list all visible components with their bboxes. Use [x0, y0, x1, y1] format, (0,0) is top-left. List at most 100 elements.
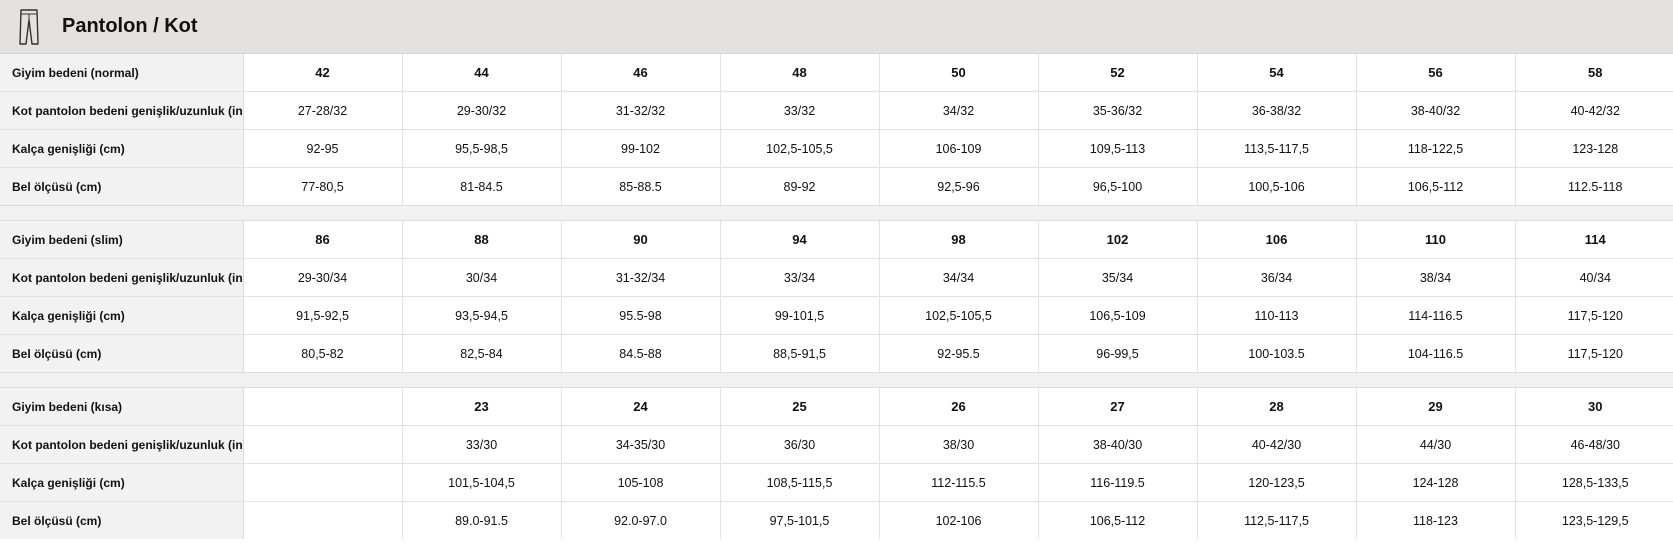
measure-cell: 89-92: [720, 167, 880, 205]
table-separator: [0, 205, 1673, 221]
measure-cell: 29-30/34: [243, 258, 403, 297]
size-cell: 25: [720, 388, 880, 426]
measure-cell: 106-109: [879, 129, 1039, 168]
measure-cell: 80,5-82: [243, 334, 403, 372]
measure-cell: 106,5-112: [1038, 501, 1198, 539]
measure-cell: 35-36/32: [1038, 91, 1198, 130]
trousers-icon: [19, 8, 39, 45]
measure-cell: 117,5-120: [1567, 346, 1623, 361]
measure-cell: 110-113: [1197, 296, 1357, 335]
size-cell: [243, 388, 403, 426]
measure-cell: 85-88.5: [561, 167, 721, 205]
size-cell: 106: [1197, 221, 1357, 259]
measure-cell: 100,5-106: [1197, 167, 1357, 205]
measure-cell: 118-122,5: [1356, 129, 1516, 168]
measure-cell: 36-38/32: [1197, 91, 1357, 130]
measure-cell: 38/30: [879, 425, 1039, 464]
measure-cell: 29-30/32: [402, 91, 562, 130]
size-table-short: Giyim bedeni (kısa) 23 24 25 26 27 28 29 30 Kot p…: [0, 388, 1673, 539]
row-label: Giyim bedeni (kısa): [0, 388, 244, 426]
measure-cell: 38-40/30: [1038, 425, 1198, 464]
measure-cell: 95,5-98,5: [402, 129, 562, 168]
page-title: Pantolon / Kot: [62, 15, 198, 37]
measure-cell: 106,5-109: [1038, 296, 1198, 335]
measure-cell: 117,5-120: [1515, 296, 1673, 335]
table-row: Kalça genişliği (cm) 101,5-104,5 105-108 10…: [0, 463, 1673, 502]
size-cell: 27: [1038, 388, 1198, 426]
measure-cell: 46-48/30: [1515, 425, 1673, 464]
measure-cell: 123-128: [1515, 129, 1673, 168]
table-row: Bel ölçüsü (cm) 89.0-91.5 92.0-97.0 97,5-10…: [0, 501, 1673, 539]
measure-cell: 36/34: [1197, 258, 1357, 297]
row-label: Giyim bedeni (normal): [0, 54, 244, 92]
size-cell: 30: [1515, 388, 1673, 426]
size-cell: 26: [879, 388, 1039, 426]
size-cell: 110: [1356, 221, 1516, 259]
table-separator: [0, 372, 1673, 388]
table-row: Giyim bedeni (normal) 42 44 46 48 50 52 54 56 58: [0, 54, 1673, 92]
size-table-normal: Giyim bedeni (normal) 42 44 46 48 50 52 54 56 58 K…: [0, 54, 1673, 205]
table-row: Giyim bedeni (slim) 86 88 90 94 98 102 106 110 11…: [0, 221, 1673, 259]
measure-cell: 123,5-129,5: [1561, 513, 1629, 528]
size-cell: 42: [243, 54, 403, 92]
measure-cell: 82,5-84: [402, 334, 562, 372]
size-cell: 102: [1038, 221, 1198, 259]
measure-cell: 109,5-113: [1038, 129, 1198, 168]
measure-cell: 81-84.5: [402, 167, 562, 205]
table-row: Kot pantolon bedeni genişlik/uzunluk (in…: [0, 425, 1673, 464]
row-label: Kalça genişliği (cm): [0, 296, 244, 335]
measure-cell: 96,5-100: [1038, 167, 1198, 205]
measure-cell: 96-99,5: [1038, 334, 1198, 372]
size-cell: 88: [402, 221, 562, 259]
table-row: Giyim bedeni (kısa) 23 24 25 26 27 28 29 30: [0, 388, 1673, 426]
measure-cell: 102-106: [879, 501, 1039, 539]
measure-cell: [243, 463, 403, 502]
measure-cell: 116-119.5: [1038, 463, 1198, 502]
measure-cell: 31-32/32: [561, 91, 721, 130]
measure-cell: 88,5-91,5: [720, 334, 880, 372]
measure-cell: 120-123,5: [1197, 463, 1357, 502]
measure-cell: 33/34: [720, 258, 880, 297]
measure-cell: 77-80,5: [243, 167, 403, 205]
measure-cell: 92-95: [243, 129, 403, 168]
measure-cell: 92-95.5: [879, 334, 1039, 372]
size-cell: 48: [720, 54, 880, 92]
measure-cell: 113,5-117,5: [1197, 129, 1357, 168]
size-cell: 24: [561, 388, 721, 426]
measure-cell: 92,5-96: [879, 167, 1039, 205]
measure-cell: 112-115.5: [879, 463, 1039, 502]
page-header: Pantolon / Kot: [0, 0, 1673, 54]
measure-cell: [243, 501, 403, 539]
size-cell: 29: [1356, 388, 1516, 426]
table-row: Kalça genişliği (cm) 91,5-92,5 93,5-94,5 95…: [0, 296, 1673, 335]
measure-cell: 93,5-94,5: [402, 296, 562, 335]
measure-cell: 33/30: [402, 425, 562, 464]
measure-cell: 102,5-105,5: [720, 129, 880, 168]
size-table-slim: Giyim bedeni (slim) 86 88 90 94 98 102 106 110 11…: [0, 221, 1673, 372]
measure-cell: 34-35/30: [561, 425, 721, 464]
measure-cell: 95.5-98: [561, 296, 721, 335]
row-label: Kot pantolon bedeni genişlik/uzunluk (in…: [0, 258, 244, 297]
size-cell: 86: [243, 221, 403, 259]
measure-cell: 35/34: [1038, 258, 1198, 297]
measure-cell: 92.0-97.0: [561, 501, 721, 539]
measure-cell: 106,5-112: [1356, 167, 1516, 205]
table-row: Bel ölçüsü (cm) 77-80,5 81-84.5 85-88.5 89-9…: [0, 167, 1673, 205]
measure-cell: 99-102: [561, 129, 721, 168]
row-label: Bel ölçüsü (cm): [0, 167, 244, 205]
measure-cell: 114-116.5: [1356, 296, 1516, 335]
measure-cell: [243, 425, 403, 464]
measure-cell: 36/30: [720, 425, 880, 464]
measure-cell: 34/32: [879, 91, 1039, 130]
measure-cell: 112,5-117,5: [1197, 501, 1357, 539]
size-cell: 58: [1515, 54, 1673, 92]
measure-cell: 31-32/34: [561, 258, 721, 297]
measure-cell: 99-101,5: [720, 296, 880, 335]
size-cell: 23: [402, 388, 562, 426]
row-label: Bel ölçüsü (cm): [0, 334, 244, 372]
row-label: Kalça genişliği (cm): [0, 129, 244, 168]
measure-cell: 34/34: [879, 258, 1039, 297]
size-cell: 52: [1038, 54, 1198, 92]
measure-cell: 27-28/32: [243, 91, 403, 130]
row-label: Giyim bedeni (slim): [0, 221, 244, 259]
